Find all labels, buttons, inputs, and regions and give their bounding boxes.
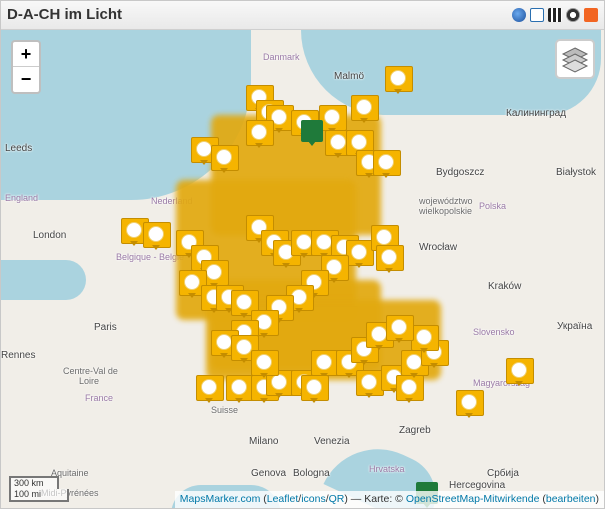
smiley-marker-icon[interactable]	[311, 350, 339, 378]
place-label: France	[85, 393, 114, 403]
globe-icon[interactable]	[512, 8, 526, 22]
zoom-out-button[interactable]: −	[13, 66, 39, 91]
smiley-marker-icon[interactable]	[211, 145, 239, 173]
smiley-marker-icon[interactable]	[376, 245, 404, 273]
leaflet-link[interactable]: Leaflet	[267, 493, 299, 505]
smiley-marker-icon[interactable]	[396, 375, 424, 403]
smiley-marker-icon[interactable]	[506, 358, 534, 386]
place-label: Rennes	[1, 350, 36, 361]
title-bar: D-A-CH im Licht	[1, 1, 604, 30]
place-label: wielkopolskie	[419, 206, 473, 216]
smiley-marker-icon[interactable]	[196, 375, 224, 403]
fullscreen-icon[interactable]	[530, 8, 544, 22]
place-label: Danmark	[263, 52, 300, 62]
attribution: MapsMarker.com (Leaflet/icons/QR) — Kart…	[174, 491, 604, 508]
smiley-marker-icon[interactable]	[456, 390, 484, 418]
map-title: D-A-CH im Licht	[7, 6, 122, 23]
place-label: Hercegovina	[449, 480, 506, 491]
scale-imperial: 300 km	[9, 476, 59, 489]
place-label: Paris	[94, 322, 117, 333]
place-label: Wrocław	[419, 242, 458, 253]
smiley-marker-icon[interactable]	[143, 222, 171, 250]
place-label: Bologna	[293, 468, 330, 479]
smiley-marker-icon[interactable]	[346, 240, 374, 268]
smiley-marker-icon[interactable]	[386, 315, 414, 343]
scale-metric: 100 mi	[9, 489, 69, 502]
place-label: Centre-Val de	[63, 366, 118, 376]
mapsmarker-link[interactable]: MapsMarker.com	[180, 493, 261, 505]
osm-link[interactable]: OpenStreetMap-Mitwirkende	[406, 493, 540, 505]
smiley-marker-icon[interactable]	[385, 66, 413, 94]
qr-code-icon[interactable]	[548, 8, 562, 22]
scale-bar: 300 km 100 mi	[9, 476, 69, 502]
place-label: województwo	[419, 196, 473, 206]
place-label: Zagreb	[399, 425, 431, 436]
zoom-control: + −	[11, 40, 41, 94]
place-label: Milano	[249, 436, 279, 447]
place-label: Калининград	[506, 108, 567, 119]
place-label: Polska	[479, 201, 507, 211]
smiley-marker-icon[interactable]	[246, 120, 274, 148]
place-label: Venezia	[314, 436, 350, 447]
map-widget: D-A-CH im Licht Danmark Malmö Калининград L…	[0, 0, 605, 509]
layers-button[interactable]	[555, 39, 595, 79]
smiley-marker-icon[interactable]	[301, 375, 329, 403]
place-label: Hrvatska	[369, 464, 405, 474]
channel-sea	[1, 260, 86, 300]
rss-icon[interactable]	[584, 8, 598, 22]
place-label: Belgique - België	[116, 252, 185, 262]
smiley-marker-icon[interactable]	[226, 375, 254, 403]
zoom-in-button[interactable]: +	[13, 42, 39, 66]
kml-icon[interactable]	[566, 8, 580, 22]
map-canvas[interactable]: Danmark Malmö Калининград Leeds England Bydgo…	[1, 30, 604, 508]
smiley-marker-icon[interactable]	[251, 350, 279, 378]
place-label: Leeds	[5, 143, 33, 154]
green-marker[interactable]	[301, 120, 323, 146]
attribution-text: )	[595, 493, 600, 505]
icons-link[interactable]: icons	[301, 493, 326, 505]
smiley-marker-icon[interactable]	[351, 95, 379, 123]
qr-link[interactable]: QR	[329, 493, 345, 505]
place-label: Kraków	[488, 281, 522, 292]
place-label: Србија	[487, 468, 519, 479]
layers-icon	[561, 47, 589, 73]
place-label: Slovensko	[473, 327, 515, 337]
edit-link[interactable]: bearbeiten	[546, 493, 596, 505]
smiley-marker-icon[interactable]	[373, 150, 401, 178]
attribution-text: ) — Karte: ©	[344, 493, 406, 505]
place-label: Suisse	[211, 405, 239, 415]
place-label: Genova	[251, 468, 287, 479]
place-label: Loire	[79, 376, 100, 386]
smiley-marker-icon[interactable]	[411, 325, 439, 353]
place-label: London	[33, 230, 67, 241]
place-label: Malmö	[334, 71, 365, 82]
place-label: Białystok	[556, 167, 597, 178]
smiley-marker-icon[interactable]	[356, 370, 384, 398]
place-label: England	[5, 193, 39, 203]
place-label: Bydgoszcz	[436, 167, 485, 178]
toolbar	[512, 8, 598, 22]
place-label: Україна	[557, 321, 593, 332]
